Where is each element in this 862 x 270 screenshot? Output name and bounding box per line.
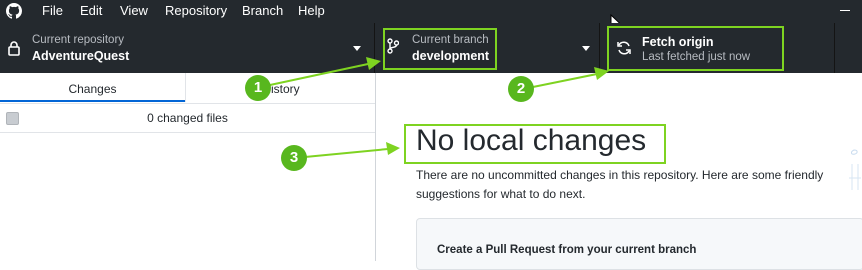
decorative-illustration — [849, 149, 861, 190]
highlight-title — [404, 124, 666, 164]
menu-help[interactable]: Help — [298, 3, 325, 18]
sidebar-tabs: Changes History — [0, 73, 375, 104]
tab-history[interactable]: History — [185, 73, 376, 102]
menu-file[interactable]: File — [42, 3, 63, 18]
chevron-down-icon — [582, 46, 590, 51]
highlight-branch — [383, 28, 497, 70]
callout-3: 3 — [281, 145, 307, 171]
chevron-down-icon — [353, 46, 361, 51]
menu-view[interactable]: View — [120, 3, 148, 18]
menu-bar: File Edit View Repository Branch Help — [0, 0, 862, 32]
changed-files-count: 0 changed files — [147, 111, 228, 125]
changed-files-header: 0 changed files — [0, 104, 375, 133]
highlight-fetch — [607, 26, 784, 71]
menu-repository[interactable]: Repository — [165, 3, 227, 18]
callout-2: 2 — [508, 76, 534, 102]
suggestion-title: Create a Pull Request from your current … — [437, 244, 697, 256]
repository-name: AdventureQuest — [32, 49, 130, 63]
menu-edit[interactable]: Edit — [80, 3, 102, 18]
main-panel: No local changes There are no uncommitte… — [376, 73, 862, 270]
lock-icon — [8, 41, 20, 56]
tab-changes[interactable]: Changes — [0, 73, 185, 102]
callout-1: 1 — [245, 75, 271, 101]
minimize-button[interactable] — [840, 10, 850, 11]
current-repository-button[interactable]: Current repository AdventureQuest — [0, 23, 375, 73]
sidebar: Changes History 0 changed files — [0, 73, 376, 261]
select-all-checkbox[interactable] — [6, 112, 19, 125]
suggestion-card-create-pr: Create a Pull Request from your current … — [416, 218, 862, 270]
github-logo-icon — [6, 3, 22, 19]
repository-label: Current repository — [32, 34, 125, 46]
menu-branch[interactable]: Branch — [242, 3, 283, 18]
page-description: There are no uncommitted changes in this… — [416, 168, 824, 201]
